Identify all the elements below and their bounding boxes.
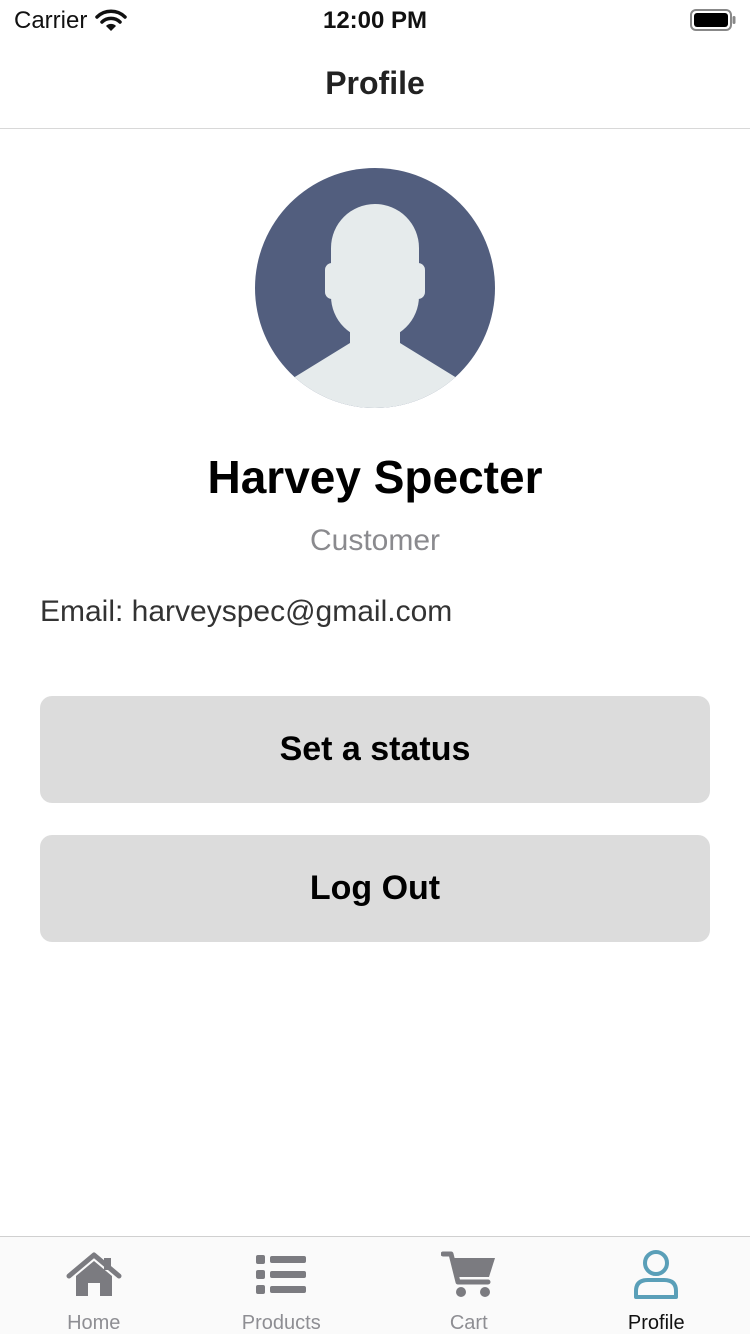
tab-home[interactable]: Home bbox=[0, 1237, 188, 1334]
list-icon bbox=[251, 1249, 311, 1301]
status-time: 12:00 PM bbox=[322, 7, 428, 34]
user-icon bbox=[626, 1249, 686, 1301]
avatar bbox=[255, 168, 495, 408]
tab-profile[interactable]: Profile bbox=[563, 1237, 750, 1334]
tab-cart-label: Cart bbox=[449, 1312, 488, 1334]
tab-products[interactable]: Products bbox=[188, 1237, 376, 1334]
profile-name: Harvey Specter bbox=[207, 451, 543, 503]
home-icon bbox=[64, 1249, 124, 1301]
tab-cart[interactable]: Cart bbox=[375, 1237, 563, 1334]
email-text: Email: harveyspec@gmail.com bbox=[40, 595, 453, 628]
set-status-button[interactable]: Set a status bbox=[40, 696, 710, 803]
tab-bar: Home Products Cart Profile bbox=[0, 1236, 750, 1334]
logout-button[interactable]: Log Out bbox=[40, 835, 710, 942]
page-title: Profile bbox=[325, 65, 425, 101]
tab-products-label: Products bbox=[241, 1312, 321, 1334]
tab-home-label: Home bbox=[67, 1312, 121, 1334]
battery-icon bbox=[690, 9, 736, 31]
nav-header: Profile bbox=[0, 40, 750, 129]
cart-icon bbox=[439, 1249, 499, 1301]
status-bar: Carrier 12:00 PM bbox=[0, 0, 750, 40]
tab-profile-label: Profile bbox=[627, 1312, 685, 1334]
profile-role: Customer bbox=[309, 524, 441, 557]
